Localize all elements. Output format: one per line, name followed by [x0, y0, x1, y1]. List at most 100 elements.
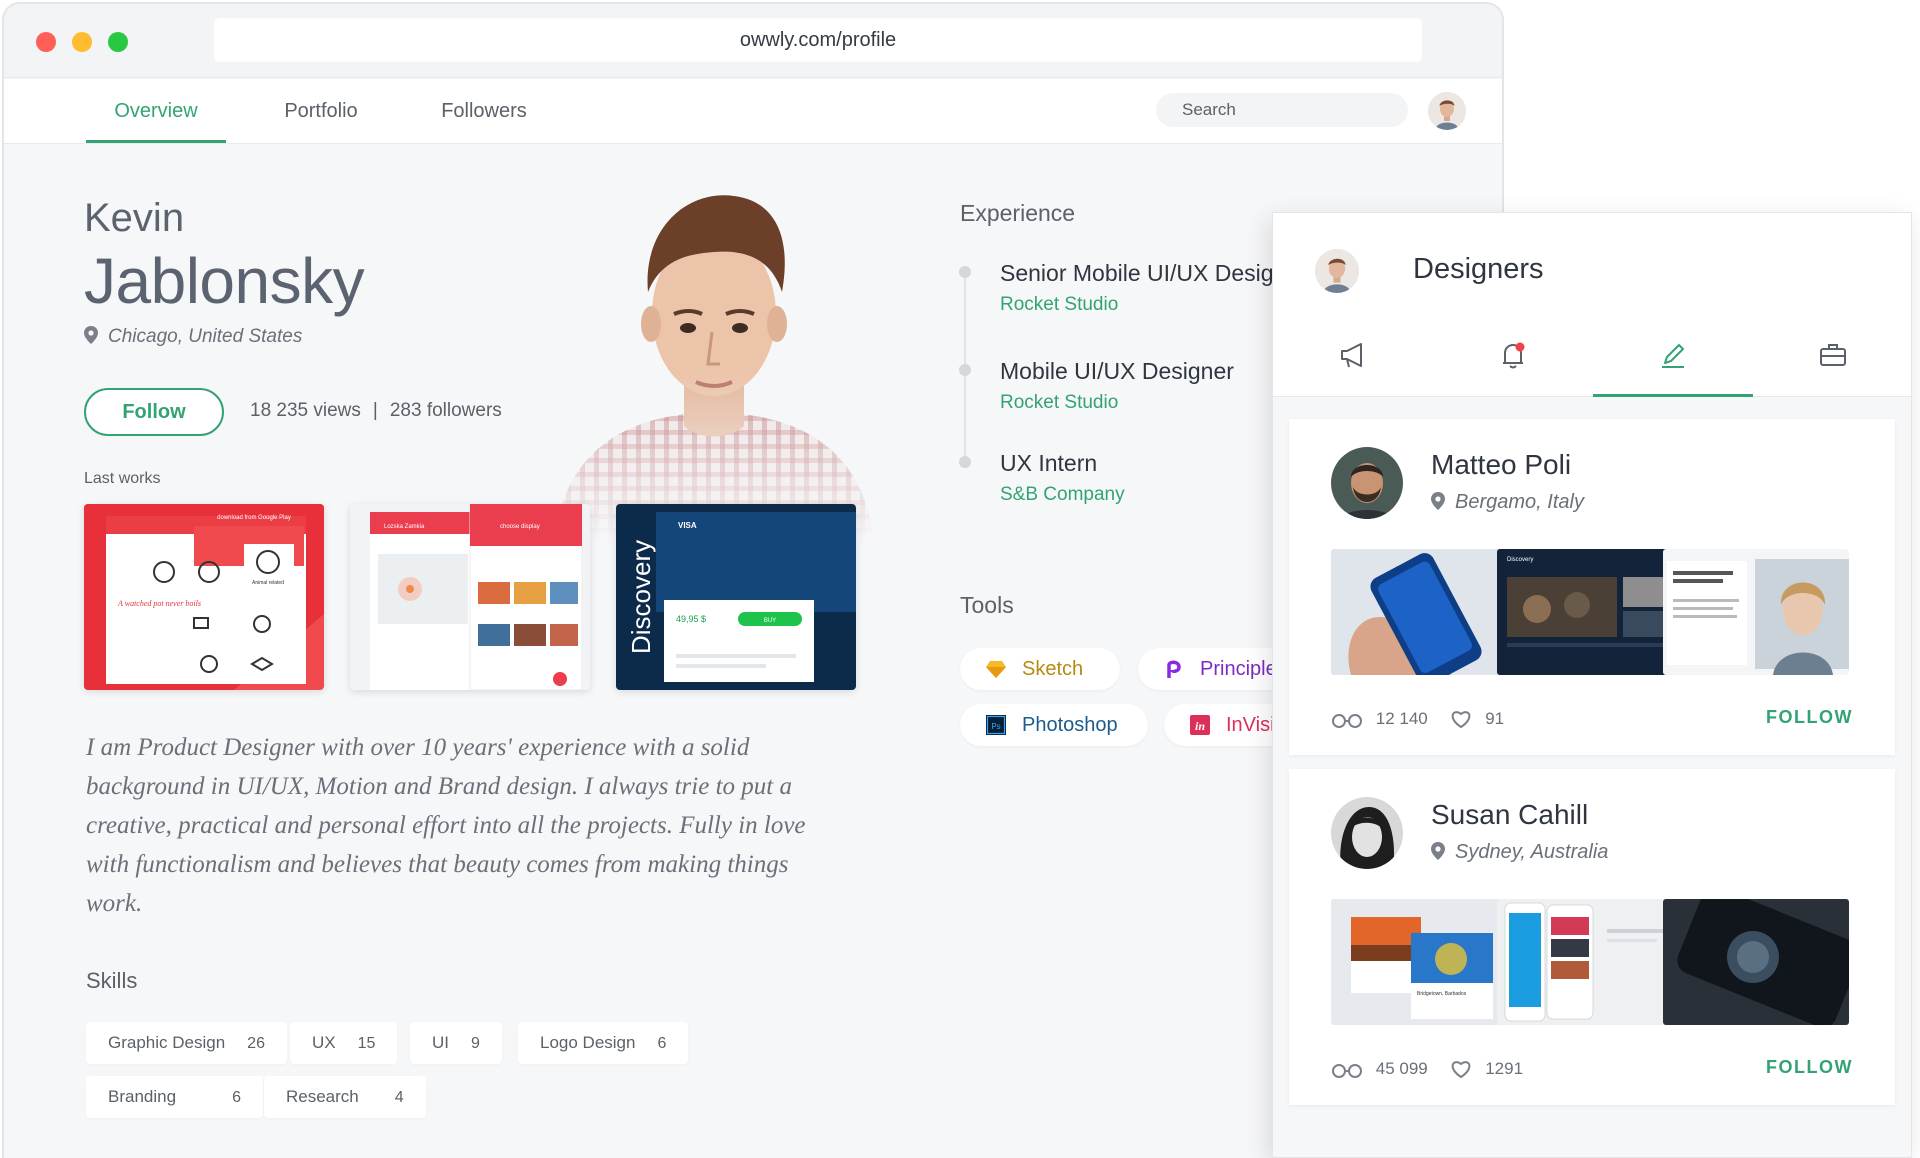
sketch-icon [986, 661, 1006, 678]
designer-work-thumbnail[interactable] [1497, 899, 1683, 1025]
designer-stats: 12 140 91 [1331, 709, 1504, 729]
designer-work-thumbnail[interactable]: Bridgetown, Barbados [1331, 899, 1517, 1025]
skill-count: 6 [232, 1089, 241, 1106]
heart-icon[interactable] [1450, 710, 1472, 729]
designer-work-title: Bridgetown, Barbados [1417, 991, 1467, 997]
experience-company-1[interactable]: Rocket Studio [1000, 294, 1118, 316]
tool-chip-sketch[interactable]: Sketch [960, 648, 1120, 690]
glasses-icon [1332, 1064, 1362, 1078]
timeline-dot [959, 364, 971, 376]
designer-work-image: Bridgetown, Barbados [1331, 899, 1517, 1025]
designers-title: Designers [1413, 253, 1544, 285]
skill-count: 4 [394, 1089, 404, 1106]
work-2-sub: choose display [500, 524, 540, 530]
experience-label: Experience [960, 200, 1076, 226]
skill-chip-logo-design[interactable]: Logo Design 6 [518, 1022, 689, 1064]
last-work-thumbnail-3[interactable]: Discovery VISA 49,95 $ BUY [616, 504, 856, 690]
experience-company-3[interactable]: S&B Company [1000, 484, 1125, 506]
panel-tab-designers[interactable] [1593, 333, 1753, 397]
user-avatar-image [1428, 92, 1466, 130]
work-3-button: BUY [764, 618, 776, 624]
designer-views: 12 140 [1375, 709, 1428, 728]
browser-titlebar: owwly.com/profile [4, 4, 1502, 78]
designers-panel: Designers Matteo Poli Bergamo, Italy Dis… [1272, 212, 1912, 1158]
maximize-window-button[interactable] [108, 32, 128, 52]
last-work-thumbnail-2[interactable]: Lozska Zamkia choose display [350, 504, 590, 690]
url-bar[interactable]: owwly.com/profile [214, 18, 1422, 62]
designer-follow-button[interactable]: FOLLOW [1766, 707, 1853, 728]
designer-avatar[interactable] [1331, 797, 1403, 869]
photoshop-icon: Ps [986, 715, 1006, 735]
experience-title-3: UX Intern [1000, 450, 1098, 476]
designer-name[interactable]: Susan Cahill [1431, 799, 1588, 831]
experience-title-1: Senior Mobile UI/UX Designer [1000, 260, 1307, 286]
experience-title-2: Mobile UI/UX Designer [1000, 358, 1234, 384]
last-works-label: Last works [84, 470, 161, 487]
work-2-banner: Lozska Zamkia [384, 524, 425, 530]
glasses-icon [1332, 714, 1362, 728]
top-nav: Overview Portfolio Followers [4, 79, 1502, 144]
designer-location-text: Bergamo, Italy [1455, 491, 1584, 513]
profile-portrait [524, 164, 904, 544]
panel-tab-jobs[interactable] [1753, 333, 1911, 397]
designer-work-image [1331, 549, 1517, 675]
skill-chip-ui[interactable]: UI 9 [410, 1022, 502, 1064]
location-pin-icon [84, 326, 98, 344]
designer-work-thumbnail[interactable] [1663, 899, 1849, 1025]
designer-stats: 45 099 1291 [1331, 1059, 1523, 1079]
skill-name: Logo Design [540, 1033, 636, 1052]
tab-overview[interactable]: Overview [86, 79, 226, 143]
designer-work-thumbnail[interactable]: Discovery [1497, 549, 1683, 675]
heart-icon[interactable] [1450, 1060, 1472, 1079]
skill-name: Research [286, 1087, 359, 1106]
designer-avatar[interactable] [1331, 447, 1403, 519]
search-input[interactable] [1156, 93, 1408, 127]
designer-avatar-image [1331, 447, 1403, 519]
minimize-window-button[interactable] [72, 32, 92, 52]
user-avatar[interactable] [1428, 92, 1466, 130]
designer-work-thumbnail[interactable] [1331, 549, 1517, 675]
skill-chip-branding[interactable]: Branding 6 [86, 1076, 263, 1118]
skill-count: 15 [357, 1035, 376, 1052]
skill-chip-research[interactable]: Research 4 [264, 1076, 426, 1118]
designer-work-thumbnail[interactable] [1663, 549, 1849, 675]
skill-name: Graphic Design [108, 1033, 226, 1052]
designer-follow-button[interactable]: FOLLOW [1766, 1057, 1853, 1078]
followers-count[interactable]: 283 followers [390, 400, 502, 421]
skill-count: 9 [471, 1035, 480, 1052]
svg-text:in: in [1195, 719, 1205, 733]
experience-company-2[interactable]: Rocket Studio [1000, 392, 1118, 414]
designer-card[interactable]: Susan Cahill Sydney, Australia Bridgetow… [1289, 769, 1895, 1105]
panel-tab-announcements[interactable] [1273, 333, 1433, 397]
skill-name: UX [312, 1033, 336, 1052]
principle-icon [1167, 660, 1181, 678]
panel-user-avatar[interactable] [1315, 249, 1359, 293]
designer-work-image [1497, 899, 1683, 1025]
profile-stats: 18 235 views | 283 followers [250, 400, 502, 422]
designer-likes: 1291 [1485, 1059, 1524, 1078]
designer-name[interactable]: Matteo Poli [1431, 449, 1571, 481]
designer-work-image [1663, 549, 1849, 675]
tab-followers[interactable]: Followers [424, 79, 544, 143]
skill-chip-graphic-design[interactable]: Graphic Design 26 [86, 1022, 287, 1064]
close-window-button[interactable] [36, 32, 56, 52]
skills-label: Skills [86, 968, 138, 993]
timeline-dot [959, 266, 971, 278]
views-count: 18 235 views [250, 400, 361, 421]
skill-chip-ux[interactable]: UX 15 [290, 1022, 398, 1064]
panel-tab-notifications[interactable] [1433, 333, 1593, 397]
last-work-1-image: download from Google Play Animal related… [84, 504, 324, 690]
designer-card[interactable]: Matteo Poli Bergamo, Italy Discovery 12 … [1289, 419, 1895, 755]
work-1-script: A watched pot never boils [117, 599, 201, 608]
skill-count: 6 [657, 1035, 667, 1052]
tool-chip-photoshop[interactable]: Ps Photoshop [960, 704, 1148, 746]
follow-button[interactable]: Follow [84, 388, 224, 436]
profile-location-text: Chicago, United States [108, 326, 303, 347]
tab-portfolio[interactable]: Portfolio [266, 79, 376, 143]
last-work-thumbnail-1[interactable]: download from Google Play Animal related… [84, 504, 324, 690]
work-3-price: 49,95 $ [676, 614, 706, 624]
work-1-banner: download from Google Play [217, 515, 291, 521]
designer-location: Sydney, Australia [1431, 841, 1608, 864]
last-work-2-image: Lozska Zamkia choose display [350, 504, 590, 690]
tools-label: Tools [960, 592, 1014, 618]
